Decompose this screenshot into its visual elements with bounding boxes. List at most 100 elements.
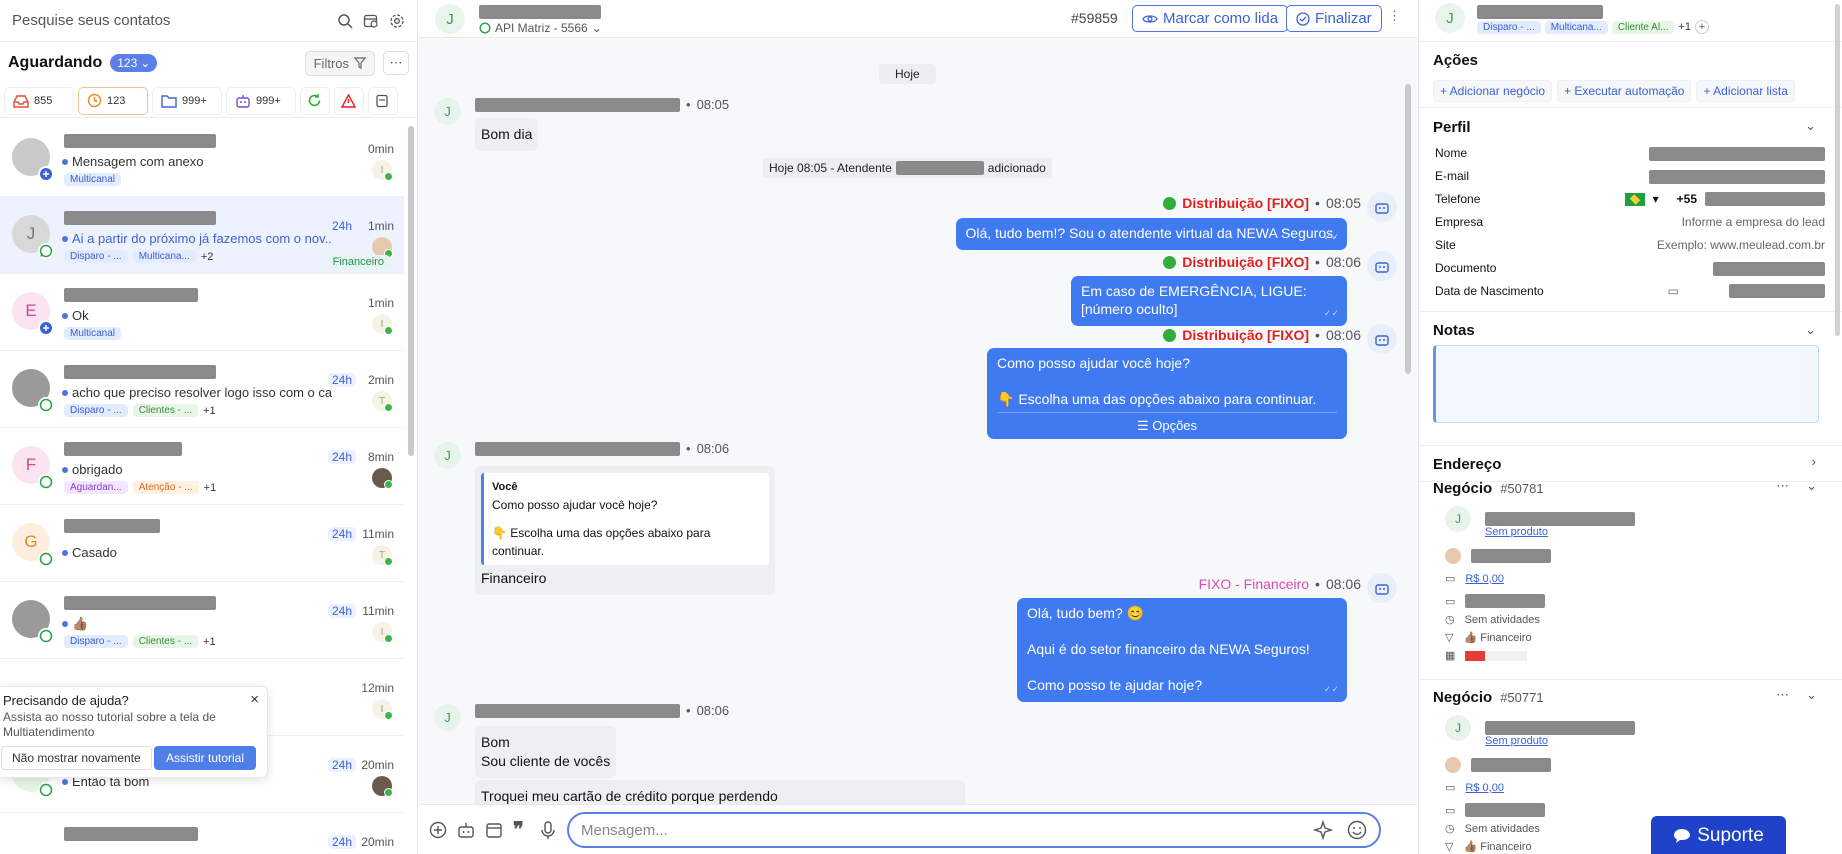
stat-waiting[interactable]: 123 [78,86,148,115]
close-icon[interactable]: × [250,691,259,708]
search-icon[interactable] [337,13,353,29]
refresh-check-icon [308,94,321,107]
quoted-reply[interactable]: Você Como posso ajudar você hoje? 👇 Esco… [481,473,769,565]
chevron-down-icon[interactable]: ⌄ [1805,322,1816,338]
bot-message-header: Distribuição [FIXO] • 08:06 [1163,327,1361,343]
chevron-down-icon[interactable]: ▾ [1653,192,1659,206]
finish-button[interactable]: Finalizar [1286,5,1382,32]
profile-field-company[interactable]: Empresa Informe a empresa do lead [1435,215,1825,229]
profile-field-birthdate: Data de Nascimento ▭ [1435,284,1825,298]
gear-icon[interactable] [389,13,405,29]
conversation-item-selected[interactable]: J Ai a partir do próximo já fazemos com … [0,197,404,274]
24h-window-badge: 24h [327,604,356,618]
chevron-down-icon[interactable]: ⌄ [1805,118,1816,134]
run-automation-button[interactable]: + Executar automação [1557,80,1692,102]
calendar-icon[interactable] [485,821,503,839]
actions-section: Ações + Adicionar negócio + Executar aut… [1419,42,1842,108]
calendar-clock-icon: ◷ [1445,614,1455,626]
mark-as-read-button[interactable]: Marcar como lida [1132,5,1289,32]
microphone-icon[interactable] [541,821,555,839]
conversation-item[interactable]: acho que preciso resolver logo isso com … [0,351,404,428]
stat-bot[interactable]: 999+ [226,86,296,115]
money-icon: ▭ [1445,573,1456,585]
contact-header: J Disparo - ... Multicana... Cliente Al.… [1419,0,1842,42]
add-tag-icon[interactable]: + [1694,20,1709,34]
more-options-icon[interactable]: ⋯ [1776,478,1789,494]
sparkle-ai-icon[interactable] [1313,820,1333,840]
whatsapp-icon [38,628,54,644]
stat-folder[interactable]: 999+ [152,86,222,115]
stat-resolved[interactable] [300,86,330,115]
calendar-icon[interactable]: ▭ [1668,284,1679,298]
notes-textarea[interactable] [1433,345,1819,423]
watch-tutorial-button[interactable]: Assistir tutorial [154,746,257,770]
calendar-clock-icon[interactable] [363,13,379,29]
elapsed-time: 0min [367,142,394,156]
bot-message-header: FIXO - Financeiro • 08:06 [1198,576,1361,592]
brazil-flag-icon[interactable] [1624,192,1645,206]
options-button[interactable]: ☰ Opções [997,412,1337,435]
calculator-icon: ▦ [1445,650,1456,662]
robot-icon[interactable] [457,821,475,839]
check-circle-icon [1296,11,1310,26]
folder-icon [161,94,177,108]
conversation-item[interactable]: Mensagem com anexo Multicanal 0min I [0,120,404,197]
stat-inbox[interactable]: 855 [4,86,74,115]
dont-show-again-button[interactable]: Não mostrar novamente [1,746,152,770]
conversation-item[interactable]: E Ok Multicanal 1min I [0,274,404,351]
archive-icon [376,94,388,107]
list-icon: ☰ [1136,418,1153,433]
conversation-item[interactable]: F obrigado Aguardan... Atenção - ... +1 24… [0,428,404,505]
emoji-icon[interactable] [1347,820,1367,840]
last-message: acho que preciso resolver logo isso com … [62,385,332,400]
plus-circle-icon[interactable] [429,821,447,839]
deal-progress: ▦ [1445,649,1528,662]
message-input[interactable]: Mensagem... [567,812,1381,848]
last-message: Mensagem com anexo [62,154,204,169]
tag-list: Disparo - ... Clientes - ... +1 [64,404,216,417]
contact-avatar: J [1435,3,1465,33]
support-button[interactable]: Suporte [1651,816,1786,854]
more-vertical-icon[interactable]: ⋮ [1388,8,1401,24]
calendar-icon: ▭ [1445,804,1456,817]
queue-count-badge[interactable]: 123 ⌄ [110,54,158,72]
list-scrollbar[interactable] [408,126,414,456]
chevron-right-icon[interactable]: › [1812,454,1816,469]
chevron-down-icon[interactable]: ⌄ [1806,478,1817,494]
more-options-icon[interactable]: ⋯ [1776,687,1789,703]
add-list-button[interactable]: + Adicionar lista [1696,80,1795,102]
deal-product-link[interactable]: Sem produto [1485,526,1548,538]
incoming-message: Bom Sou cliente de vocês [475,726,617,778]
deal-value: ▭ R$ 0,00 [1445,781,1504,795]
search-input[interactable]: Pesquise seus contatos [12,12,327,29]
assigned-agent-avatar: T [372,545,393,566]
deal-date: ▭ [1445,803,1546,817]
contact-name [64,825,198,841]
last-message: obrigado [62,462,123,477]
quote-icon[interactable]: ❞ [513,817,524,842]
conversation-item[interactable]: G Casado 24h 11min T [0,505,404,582]
profile-field-site[interactable]: Site Exemplo: www.meulead.com.br [1435,238,1825,252]
chat-scrollbar[interactable] [1405,84,1411,374]
stat-archive[interactable] [368,86,398,115]
more-options-icon[interactable]: ⋯ [383,51,409,75]
details-scrollbar[interactable] [1835,4,1840,336]
queue-title: Aguardando [8,54,103,71]
chat-panel: J API Matriz - 5566 ⌄ #59859 Marcar como … [419,0,1417,854]
channel-selector[interactable]: API Matriz - 5566 ⌄ [479,21,602,35]
robot-icon [1367,324,1397,354]
double-check-icon: ✓✓ [1323,308,1339,318]
filters-button[interactable]: Filtros [304,50,375,76]
money-icon: ▭ [1445,782,1456,794]
profile-field-email: E-mail [1435,169,1825,184]
conversation-item[interactable]: 👍🏽 Disparo - ... Clientes - ... +1 24h 11m… [0,582,404,659]
deal-name [1485,719,1635,735]
conversation-item[interactable]: 24h 20min [0,813,404,854]
deal-product-link[interactable]: Sem produto [1485,735,1548,747]
tag-list: Disparo - ... Multicana... +2 [64,250,213,263]
message-list: Hoje J • 08:05 Bom dia Hoje 08:05 - Atend… [419,38,1417,810]
help-popover: Precisando de ajuda? Assista ao nosso tu… [0,686,268,778]
add-deal-button[interactable]: + Adicionar negócio [1433,80,1553,102]
stat-alert[interactable] [334,86,364,115]
chevron-down-icon[interactable]: ⌄ [1806,687,1817,703]
